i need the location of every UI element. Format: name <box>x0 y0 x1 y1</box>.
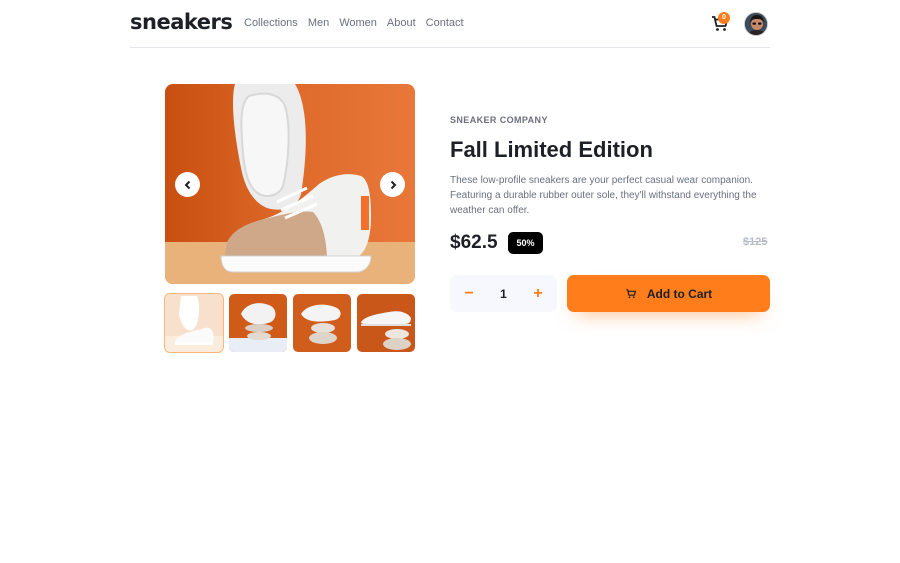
logo[interactable]: sneakers <box>130 10 233 34</box>
chevron-left-icon <box>184 180 190 189</box>
original-price: $125 <box>743 236 768 248</box>
avatar[interactable] <box>744 12 768 36</box>
main-nav: Collections Men Women About Contact <box>244 17 474 29</box>
increment-button[interactable]: + <box>531 285 545 303</box>
discount-badge: 50% <box>508 232 543 254</box>
product-description: These low-profile sneakers are your perf… <box>450 175 757 216</box>
thumbnail-2[interactable] <box>229 294 287 352</box>
quantity-value: 1 <box>500 286 507 301</box>
cart-icon <box>626 288 636 298</box>
nav-link-collections[interactable]: Collections <box>244 17 298 29</box>
thumbnail-3[interactable] <box>293 294 351 352</box>
decrement-button[interactable]: − <box>462 285 476 303</box>
nav-link-women[interactable]: Women <box>339 17 377 29</box>
cart-count-badge: 0 <box>718 12 730 24</box>
product-title: Fall Limited Edition <box>450 137 653 162</box>
chevron-right-icon <box>390 180 396 189</box>
thumbnail-strip <box>164 293 415 353</box>
product-main-image[interactable] <box>165 84 415 284</box>
nav-link-about[interactable]: About <box>387 17 416 29</box>
nav-link-men[interactable]: Men <box>308 17 329 29</box>
current-price: $62.5 <box>450 232 498 253</box>
company-label: SNEAKER COMPANY <box>450 115 548 125</box>
add-to-cart-button[interactable]: Add to Cart <box>567 275 770 312</box>
quantity-stepper: − 1 + <box>450 275 557 312</box>
site-header: sneakers Collections Men Women About Con… <box>130 0 770 48</box>
thumbnail-1[interactable] <box>164 293 224 353</box>
nav-link-contact[interactable]: Contact <box>426 17 464 29</box>
add-to-cart-label: Add to Cart <box>646 286 713 301</box>
thumbnail-4[interactable] <box>357 294 415 352</box>
previous-image-button[interactable] <box>175 172 200 197</box>
next-image-button[interactable] <box>380 172 405 197</box>
